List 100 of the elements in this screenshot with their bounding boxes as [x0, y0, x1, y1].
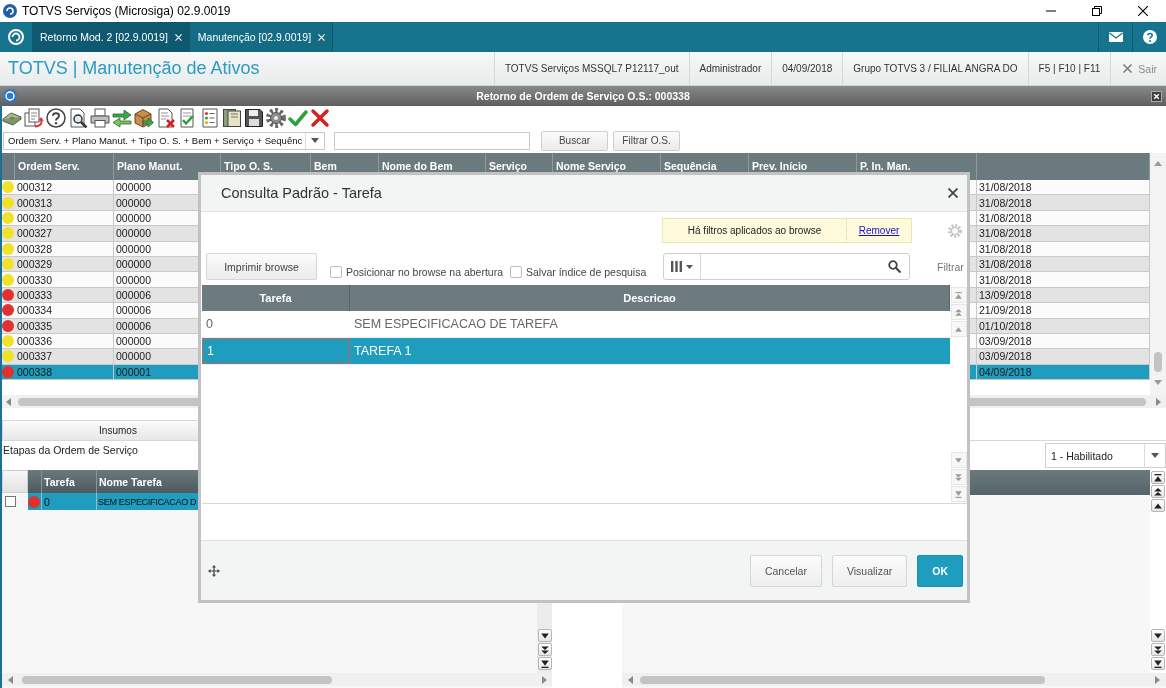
caret-icon	[311, 138, 319, 143]
scrollbar-thumb[interactable]	[1154, 352, 1162, 372]
arrow-to-top-icon	[1154, 473, 1162, 482]
arrow-left-icon[interactable]	[628, 675, 633, 684]
arrow-left-icon[interactable]	[6, 397, 11, 406]
arrow-left-icon[interactable]	[8, 675, 13, 684]
checkbox[interactable]	[510, 266, 522, 278]
mail-icon[interactable]	[1108, 30, 1123, 44]
search-field[interactable]	[663, 253, 910, 280]
table-cell: 000312	[17, 181, 53, 194]
close-icon[interactable]	[1138, 6, 1148, 16]
column-header[interactable]: P. In. Man.	[860, 160, 911, 172]
help-icon[interactable]	[1142, 30, 1157, 44]
table-cell: 21/09/2018	[979, 304, 1032, 317]
checkbox[interactable]	[330, 266, 342, 278]
logo-icon[interactable]	[8, 29, 24, 45]
box-arrow-icon[interactable]	[134, 108, 154, 128]
help-icon[interactable]	[46, 108, 66, 128]
table-cell: 31/08/2018	[979, 227, 1032, 240]
scroll-button[interactable]	[1151, 643, 1165, 656]
column-header[interactable]: Ordem Serv.	[18, 160, 80, 172]
checkbox-label[interactable]: Salvar índice de pesquisa	[526, 266, 647, 278]
arrow-to-bottom-icon	[1154, 659, 1162, 668]
column-header[interactable]: Tarefa	[259, 292, 292, 304]
arrow-right-icon[interactable]	[1156, 397, 1161, 406]
arrow-to-bottom-icon	[540, 659, 549, 668]
horizontal-scrollbar[interactable]	[622, 673, 1166, 686]
arrow-to-top-icon	[955, 291, 962, 299]
checkbox[interactable]	[5, 496, 16, 507]
scroll-button[interactable]	[1151, 471, 1165, 484]
column-header[interactable]: Nome Tarefa	[99, 476, 162, 488]
search-field[interactable]	[334, 131, 530, 150]
scrollbar-thumb[interactable]	[640, 675, 1045, 684]
column-header[interactable]: Prev. Início	[752, 160, 808, 172]
remove-filter-link[interactable]: Remover	[847, 219, 911, 242]
check-icon[interactable]	[288, 108, 308, 128]
filter-label[interactable]: Filtrar	[937, 260, 964, 273]
column-header[interactable]: Bem	[314, 160, 337, 172]
table-cell: 000006	[116, 288, 152, 301]
arrow-up-icon[interactable]	[1154, 161, 1162, 166]
table-cell: 000334	[17, 304, 53, 317]
table-cell: 000000	[116, 350, 152, 363]
scrollbar-thumb[interactable]	[22, 675, 332, 684]
search-button[interactable]: Buscar	[541, 130, 608, 151]
save-icon[interactable]	[244, 108, 264, 128]
scroll-button[interactable]	[1151, 485, 1165, 498]
search-icon[interactable]	[888, 260, 901, 273]
gear-icon[interactable]	[266, 108, 286, 128]
column-header[interactable]: Nome Serviço	[556, 160, 627, 172]
scroll-button[interactable]	[537, 657, 552, 670]
column-header[interactable]: Serviço	[489, 160, 527, 172]
header-info: 04/09/2018	[771, 52, 843, 85]
scroll-button[interactable]	[537, 643, 552, 656]
column-header[interactable]: Nome do Bem	[382, 160, 453, 172]
arrow-down-icon	[955, 456, 962, 464]
checkbox-label[interactable]: Posicionar no browse na abertura	[346, 266, 503, 278]
document-cross-icon[interactable]	[156, 108, 176, 128]
restore-icon[interactable]	[1092, 6, 1102, 16]
table-cell: 0	[206, 317, 213, 331]
header-info: F5 | F10 | F11	[1027, 52, 1111, 85]
dialog-button[interactable]: Cancelar	[749, 554, 822, 587]
scroll-button[interactable]	[537, 629, 552, 642]
horizontal-scrollbar[interactable]	[2, 673, 552, 686]
dialog-button[interactable]: OK	[917, 554, 963, 587]
tab[interactable]: Retorno Mod. 2 [02.9.0019]	[32, 22, 190, 52]
filter-button[interactable]: Filtrar O.S.	[613, 130, 680, 151]
form-title: Retorno de Ordem de Serviço O.S.: 000338	[476, 90, 690, 102]
dialog-title: Consulta Padrão - Tarefa	[221, 185, 382, 201]
close-icon[interactable]	[948, 188, 958, 198]
arrow-right-icon[interactable]	[542, 675, 547, 684]
vertical-scrollbar[interactable]	[1150, 153, 1166, 395]
printer-icon[interactable]	[90, 108, 110, 128]
list-document-icon[interactable]	[200, 108, 220, 128]
column-header[interactable]: Tipo O. S.	[224, 160, 273, 172]
scroll-button[interactable]	[1151, 657, 1165, 670]
table-cell: 000338	[17, 365, 53, 378]
column-header[interactable]: Tarefa	[44, 476, 75, 488]
document-search-icon[interactable]	[68, 108, 88, 128]
status-dropdown[interactable]: 1 - Habilitado	[1045, 443, 1166, 468]
move-icon[interactable]	[208, 564, 220, 577]
close-icon[interactable]	[1151, 90, 1162, 102]
table-row[interactable]: 1 TAREFA 1	[202, 338, 950, 365]
exchange-arrows-icon[interactable]	[112, 108, 132, 128]
print-button[interactable]: Imprimir browse	[206, 253, 317, 280]
tab[interactable]: Manutenção [02.9.0019]	[189, 22, 334, 52]
dialog-button[interactable]: Visualizar	[831, 554, 908, 587]
scroll-button[interactable]	[1151, 629, 1165, 642]
column-header[interactable]: Sequência	[664, 160, 717, 172]
column-header[interactable]: Plano Manut.	[117, 160, 183, 172]
scroll-button[interactable]	[1151, 499, 1165, 512]
documents-arrow-icon[interactable]	[24, 108, 44, 128]
table-cell: 000000	[116, 227, 152, 240]
arrow-right-icon[interactable]	[1155, 675, 1160, 684]
index-dropdown[interactable]: Ordem Serv. + Plano Manut. + Tipo O. S. + Bem + Serviço + Sequênc	[3, 131, 325, 150]
cross-icon[interactable]	[310, 108, 330, 128]
exit-button[interactable]: Sair	[1110, 52, 1166, 85]
arrow-down-icon[interactable]	[1154, 380, 1162, 385]
table-cell: 000335	[17, 319, 53, 332]
column-header[interactable]: Descricao	[623, 292, 676, 304]
binder-icon[interactable]	[222, 108, 242, 128]
